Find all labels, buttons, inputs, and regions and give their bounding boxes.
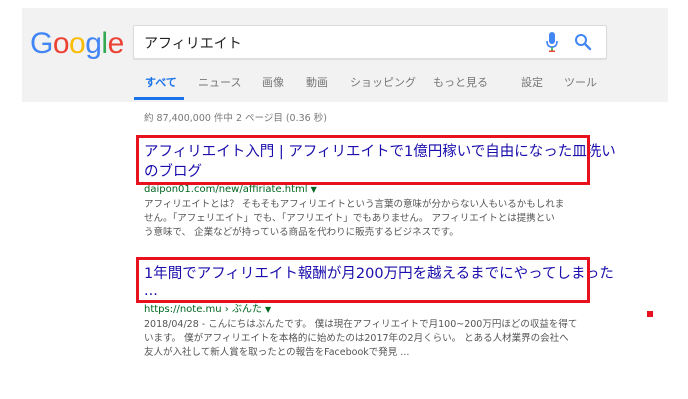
snippet-line: います。 僕がアフィリエイトを本格的に始めたのは2017年の2月くらい。 とある…	[144, 333, 569, 344]
search-query-text[interactable]: アフィリエイト	[144, 33, 242, 53]
result-url-text: https://note.mu › ぶんた	[144, 304, 262, 315]
highlight-box	[136, 135, 590, 185]
logo-letter: g	[85, 27, 102, 60]
snippet-line: アフィリエイトとは？ そもそもアフィリエイトという言葉の意味が分からない人もいる…	[144, 199, 565, 210]
tab-images[interactable]: 画像	[262, 74, 284, 90]
logo-letter: G	[30, 27, 53, 60]
result-stats: 約 87,400,000 件中 2 ページ目 (0.36 秒)	[144, 113, 327, 124]
logo-letter: o	[52, 27, 70, 60]
tab-tools[interactable]: ツール	[564, 74, 597, 90]
tab-videos[interactable]: 動画	[306, 74, 328, 90]
active-tab-indicator	[134, 97, 184, 100]
microphone-icon[interactable]	[546, 32, 558, 52]
search-icon[interactable]	[574, 33, 592, 51]
result-url-text: daipon01.com/new/affiriate.html	[144, 184, 308, 195]
caret-down-icon[interactable]: ▼	[265, 305, 271, 314]
logo-letter: e	[107, 27, 125, 60]
tab-shopping[interactable]: ショッピング	[350, 74, 416, 90]
caret-down-icon[interactable]: ▼	[311, 185, 317, 194]
snippet-line: 2018/04/28 - こんにちはぶんたです。 僕は現在アフィリエイトで月10…	[144, 319, 578, 330]
search-input[interactable]: アフィリエイト	[133, 25, 607, 59]
tab-settings[interactable]: 設定	[521, 74, 543, 90]
tab-all[interactable]: すべて	[145, 74, 177, 90]
result-snippet: 2018/04/28 - こんにちはぶんたです。 僕は現在アフィリエイトで月10…	[144, 318, 614, 360]
result-snippet: アフィリエイトとは？ そもそもアフィリエイトという言葉の意味が分からない人もいる…	[144, 198, 616, 240]
search-tabs: すべて ニュース 画像 動画 ショッピング もっと見る 設定 ツール	[0, 74, 688, 98]
red-marker	[647, 311, 653, 317]
logo-letter: o	[69, 27, 86, 60]
tab-news[interactable]: ニュース	[198, 74, 241, 90]
highlight-box	[136, 257, 590, 303]
snippet-line: せん。「アフェリエイト」でも、「アフリエイト」でもありません。 アフィリエイトと…	[144, 213, 555, 224]
tab-more[interactable]: もっと見る	[433, 74, 488, 90]
google-logo[interactable]: Google	[30, 27, 124, 61]
result-url: daipon01.com/new/affiriate.html ▼	[144, 184, 616, 195]
snippet-line: う意味で、 企業などが持っている商品を代わりに販売するビジネスです。	[144, 227, 459, 238]
snippet-line: 友人が入社して新人賞を取ったとの報告をFacebookで発見 ...	[144, 347, 410, 358]
